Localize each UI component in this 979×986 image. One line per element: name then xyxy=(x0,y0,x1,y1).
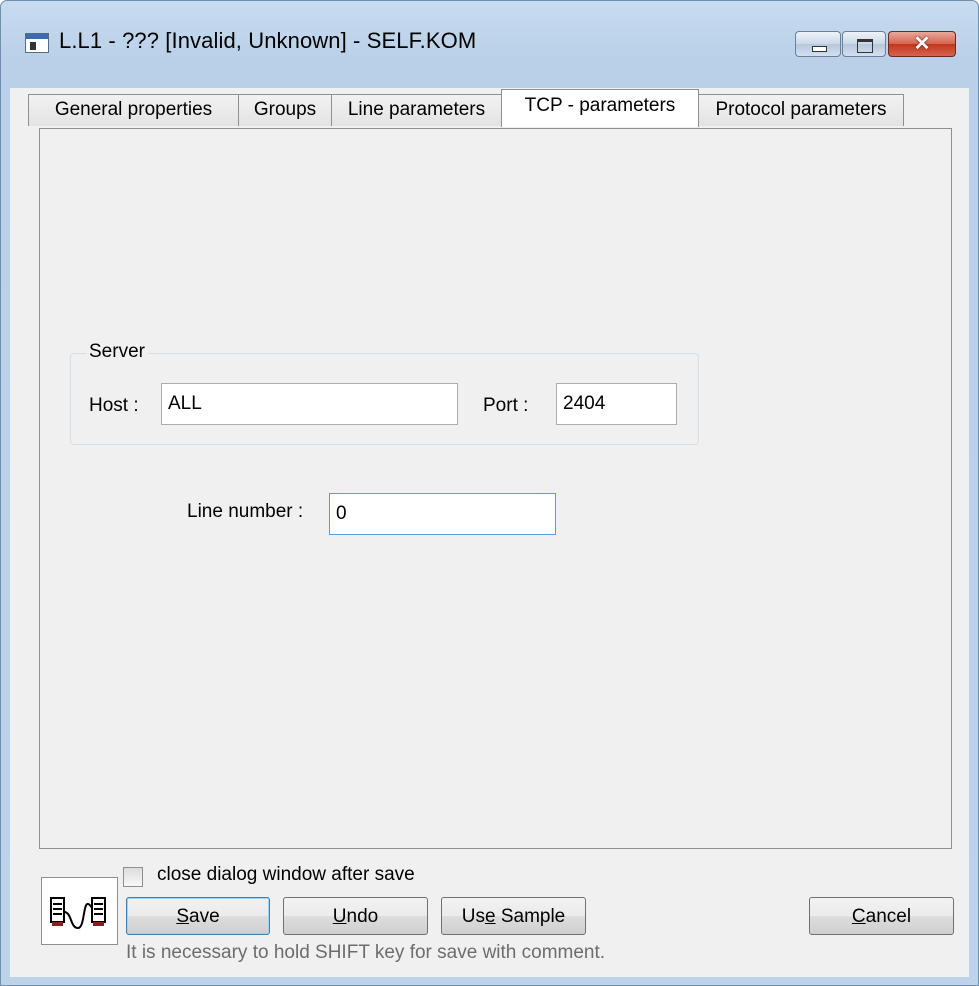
close-after-save-label[interactable]: close dialog window after save xyxy=(157,864,415,886)
minimize-icon xyxy=(812,46,827,52)
dialog-window: L.L1 - ??? [Invalid, Unknown] - SELF.KOM… xyxy=(0,0,979,986)
line-number-input[interactable] xyxy=(329,493,556,535)
server-legend: Server xyxy=(86,341,148,363)
title-bar[interactable]: L.L1 - ??? [Invalid, Unknown] - SELF.KOM… xyxy=(1,1,978,89)
undo-button[interactable]: Undo xyxy=(283,897,428,935)
tab-general-properties[interactable]: General properties xyxy=(28,94,239,126)
tab-groups[interactable]: Groups xyxy=(238,94,332,126)
line-connection-icon xyxy=(41,877,118,945)
host-label: Host : xyxy=(89,395,139,416)
app-window-icon[interactable] xyxy=(25,33,49,53)
port-label: Port : xyxy=(483,395,529,416)
port-input[interactable] xyxy=(556,383,677,425)
close-after-save-checkbox[interactable] xyxy=(123,867,143,887)
use-sample-button[interactable]: Use Sample xyxy=(441,897,586,935)
shift-save-hint: It is necessary to hold SHIFT key for sa… xyxy=(126,942,606,963)
host-input[interactable] xyxy=(161,383,458,425)
close-icon: ✕ xyxy=(913,33,931,55)
maximize-button[interactable] xyxy=(842,31,886,57)
cancel-button[interactable]: Cancel xyxy=(809,897,954,935)
maximize-icon xyxy=(857,39,873,53)
dialog-client-area: General properties Groups Line parameter… xyxy=(10,88,969,977)
window-title: L.L1 - ??? [Invalid, Unknown] - SELF.KOM xyxy=(59,28,477,53)
tab-protocol-parameters[interactable]: Protocol parameters xyxy=(698,94,904,126)
tcp-parameters-panel: Server Host : Port : Line number : xyxy=(39,128,952,849)
tab-tcp-parameters[interactable]: TCP - parameters xyxy=(501,89,699,127)
line-number-label: Line number : xyxy=(187,501,304,522)
close-button[interactable]: ✕ xyxy=(888,31,956,57)
minimize-button[interactable] xyxy=(795,31,841,57)
save-button[interactable]: Save xyxy=(126,897,270,935)
tab-line-parameters[interactable]: Line parameters xyxy=(331,94,502,126)
